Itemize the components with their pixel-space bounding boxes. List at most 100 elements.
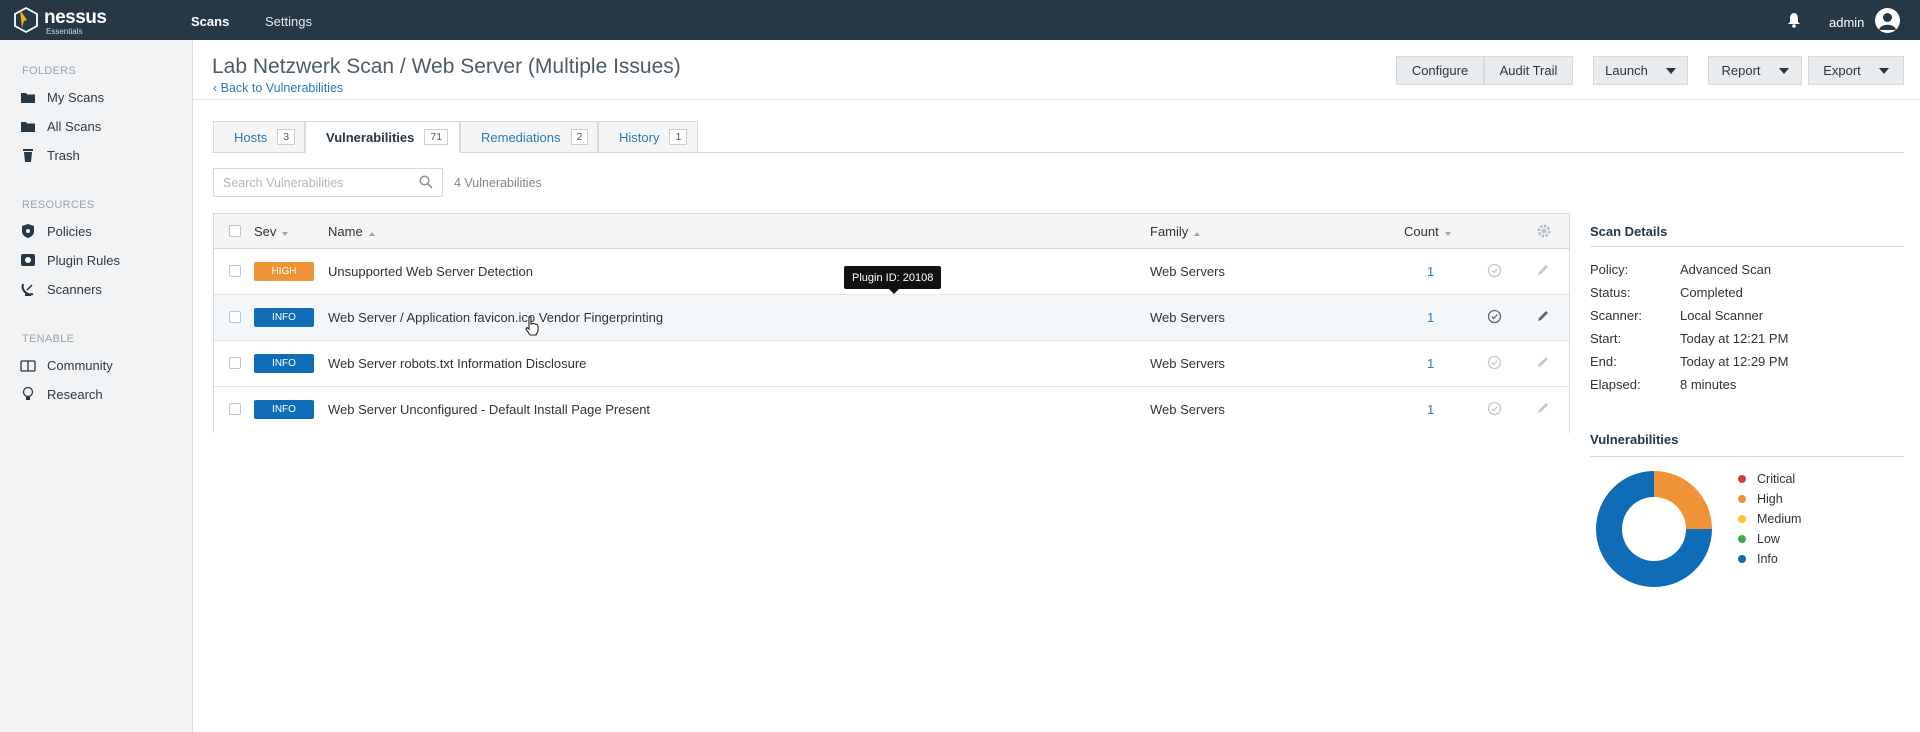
row-checkbox[interactable] bbox=[229, 357, 241, 369]
vulnerability-name[interactable]: Web Server / Application favicon.ico Ven… bbox=[328, 310, 663, 325]
sidebar-item-trash[interactable]: Trash bbox=[20, 144, 180, 166]
configure-button[interactable]: Configure bbox=[1396, 56, 1484, 85]
snooze-icon[interactable] bbox=[1487, 263, 1502, 281]
edit-icon[interactable] bbox=[1536, 355, 1550, 372]
vulnerability-count-value[interactable]: 1 bbox=[1427, 356, 1434, 371]
sidebar-item-scanners[interactable]: Scanners bbox=[20, 278, 180, 300]
sidebar: FOLDERS My Scans All Scans Trash RESOURC… bbox=[0, 40, 193, 732]
vulnerability-count-value[interactable]: 1 bbox=[1427, 264, 1434, 279]
search-box bbox=[213, 168, 443, 197]
row-checkbox[interactable] bbox=[229, 311, 241, 323]
user-name[interactable]: admin bbox=[1829, 15, 1864, 30]
legend-item-low[interactable]: Low bbox=[1738, 532, 1780, 546]
tab-label: Remediations bbox=[481, 129, 561, 145]
legend-item-medium[interactable]: Medium bbox=[1738, 512, 1801, 526]
vulnerability-family: Web Servers bbox=[1150, 310, 1225, 325]
brand-edition: Essentials bbox=[46, 27, 83, 36]
vulnerabilities-donut[interactable] bbox=[1594, 469, 1714, 589]
vulnerability-family: Web Servers bbox=[1150, 356, 1225, 371]
column-header-count[interactable]: Count bbox=[1404, 224, 1451, 239]
column-header-label: Count bbox=[1404, 224, 1439, 239]
sidebar-item-label: Plugin Rules bbox=[47, 252, 120, 268]
scan-details-title: Scan Details bbox=[1590, 224, 1668, 239]
vulnerability-family: Web Servers bbox=[1150, 264, 1225, 279]
detail-value: Local Scanner bbox=[1680, 308, 1764, 323]
gear-icon[interactable] bbox=[1536, 223, 1552, 242]
legend-dot bbox=[1738, 495, 1746, 503]
search-input[interactable] bbox=[214, 169, 404, 196]
vulnerability-name[interactable]: Web Server robots.txt Information Disclo… bbox=[328, 356, 586, 371]
tab-count-badge: 71 bbox=[424, 129, 449, 145]
row-checkbox[interactable] bbox=[229, 265, 241, 277]
folder-icon bbox=[20, 89, 36, 105]
export-button[interactable]: Export bbox=[1808, 56, 1904, 85]
edit-icon[interactable] bbox=[1536, 263, 1550, 280]
tab-hosts[interactable]: Hosts 3 bbox=[213, 121, 305, 153]
sidebar-item-all-scans[interactable]: All Scans bbox=[20, 115, 180, 137]
severity-badge: INFO bbox=[254, 354, 314, 373]
tab-label: Vulnerabilities bbox=[326, 129, 415, 145]
detail-label: Policy: bbox=[1590, 262, 1629, 277]
community-icon bbox=[20, 357, 36, 373]
snooze-icon[interactable] bbox=[1487, 309, 1502, 327]
sidebar-item-label: All Scans bbox=[47, 118, 102, 134]
sidebar-item-community[interactable]: Community bbox=[20, 354, 180, 376]
column-header-label: Name bbox=[328, 224, 363, 239]
detail-label: End: bbox=[1590, 354, 1617, 369]
legend-dot bbox=[1738, 535, 1746, 543]
nav-settings[interactable]: Settings bbox=[265, 14, 312, 29]
sidebar-item-research[interactable]: Research bbox=[20, 383, 180, 405]
search-icon[interactable] bbox=[419, 175, 433, 192]
vulnerability-name[interactable]: Unsupported Web Server Detection bbox=[328, 264, 533, 279]
row-checkbox[interactable] bbox=[229, 403, 241, 415]
nessus-logo-icon bbox=[14, 6, 38, 34]
sidebar-item-plugin-rules[interactable]: Plugin Rules bbox=[20, 249, 180, 271]
legend-label: Info bbox=[1757, 552, 1778, 566]
sort-down-icon bbox=[1444, 232, 1451, 236]
table-row[interactable]: INFO Web Server / Application favicon.ic… bbox=[214, 295, 1569, 341]
avatar-icon[interactable] bbox=[1875, 8, 1900, 33]
edit-icon[interactable] bbox=[1536, 309, 1550, 326]
vulnerability-count-value[interactable]: 1 bbox=[1427, 310, 1434, 325]
tab-remediations[interactable]: Remediations 2 bbox=[460, 121, 598, 153]
audit-trail-button[interactable]: Audit Trail bbox=[1484, 56, 1573, 85]
select-all-checkbox[interactable] bbox=[229, 225, 241, 237]
caret-down-icon bbox=[1778, 67, 1789, 74]
sidebar-item-policies[interactable]: Policies bbox=[20, 220, 180, 242]
snooze-icon[interactable] bbox=[1487, 355, 1502, 373]
column-header-family[interactable]: Family bbox=[1150, 224, 1201, 239]
legend-dot bbox=[1738, 515, 1746, 523]
launch-button-label: Launch bbox=[1605, 63, 1648, 78]
back-link[interactable]: ‹ Back to Vulnerabilities bbox=[213, 81, 343, 95]
column-header-name[interactable]: Name bbox=[328, 224, 375, 239]
launch-button[interactable]: Launch bbox=[1593, 56, 1688, 85]
brand-name: nessus bbox=[44, 7, 107, 28]
sidebar-item-label: Community bbox=[47, 357, 113, 373]
report-button[interactable]: Report bbox=[1708, 56, 1802, 85]
vulnerabilities-panel-title: Vulnerabilities bbox=[1590, 432, 1679, 447]
legend-item-critical[interactable]: Critical bbox=[1738, 472, 1795, 486]
table-row[interactable]: INFO Web Server robots.txt Information D… bbox=[214, 341, 1569, 387]
tab-history[interactable]: History 1 bbox=[598, 121, 698, 153]
scan-details-divider bbox=[1590, 246, 1904, 247]
detail-label: Start: bbox=[1590, 331, 1622, 346]
plugin-icon bbox=[20, 252, 36, 268]
tab-count-badge: 1 bbox=[669, 129, 688, 145]
column-header-sev[interactable]: Sev bbox=[254, 224, 289, 239]
nessus-logo[interactable]: nessus Essentials bbox=[12, 6, 122, 36]
legend-label: Low bbox=[1757, 532, 1780, 546]
severity-badge: INFO bbox=[254, 400, 314, 419]
edit-icon[interactable] bbox=[1536, 401, 1550, 418]
vulnerability-count-value[interactable]: 1 bbox=[1427, 402, 1434, 417]
legend-item-high[interactable]: High bbox=[1738, 492, 1783, 506]
legend-label: High bbox=[1757, 492, 1783, 506]
snooze-icon[interactable] bbox=[1487, 401, 1502, 419]
table-row[interactable]: INFO Web Server Unconfigured - Default I… bbox=[214, 387, 1569, 433]
tab-vulnerabilities[interactable]: Vulnerabilities 71 bbox=[305, 121, 460, 153]
vulnerability-name[interactable]: Web Server Unconfigured - Default Instal… bbox=[328, 402, 650, 417]
legend-item-info[interactable]: Info bbox=[1738, 552, 1778, 566]
bell-icon[interactable] bbox=[1787, 12, 1801, 31]
sidebar-item-my-scans[interactable]: My Scans bbox=[20, 86, 180, 108]
nav-scans[interactable]: Scans bbox=[191, 14, 229, 29]
donut-segment-high[interactable] bbox=[1654, 471, 1712, 529]
